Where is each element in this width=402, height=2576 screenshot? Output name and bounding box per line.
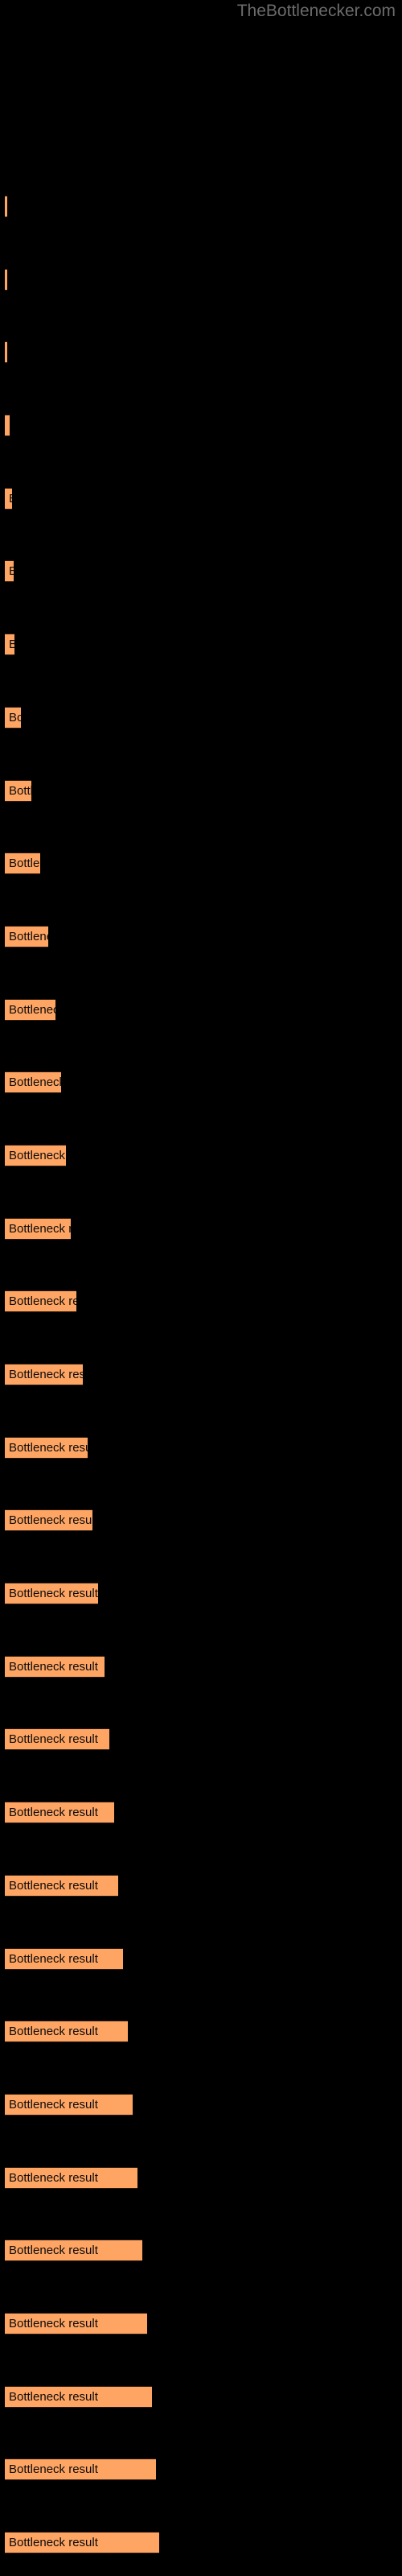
bar-label: Bottleneck result xyxy=(9,857,40,870)
bar-label: Bottleneck result xyxy=(9,711,21,724)
bar-label: Bottleneck result xyxy=(9,1952,98,1966)
bar-label-clip: Bottleneck result xyxy=(5,2386,152,2408)
bar-label-clip: Bottleneck result xyxy=(5,1290,76,1312)
bar-label-clip: Bottleneck result xyxy=(5,634,14,655)
bar-label: Bottleneck result xyxy=(9,784,31,798)
bar-label: Bottleneck result xyxy=(9,1149,66,1162)
bar-label: Bottleneck result xyxy=(9,1075,61,1089)
bar-label: Bottleneck result xyxy=(9,638,14,651)
bar-label-clip: Bottleneck result xyxy=(5,852,40,874)
bar-label-clip: Bottleneck result xyxy=(5,926,48,947)
bar-label-clip: Bottleneck result xyxy=(5,1656,105,1678)
bar-label: Bottleneck result xyxy=(9,1587,98,1600)
bar-label: Bottleneck result xyxy=(9,1003,55,1017)
bar-label: Bottleneck result xyxy=(9,2536,98,2549)
bar-label-clip: Bottleneck result xyxy=(5,2167,137,2189)
bar-label: Bottleneck result xyxy=(9,1441,88,1455)
bar-label: Bottleneck result xyxy=(9,2390,98,2404)
bar-label-clip: Bottleneck result xyxy=(5,2532,159,2553)
bar-label: Bottleneck result xyxy=(9,1222,71,1236)
bar-label-clip: Bottleneck result xyxy=(5,1509,92,1531)
bar-label: Bottleneck result xyxy=(9,1879,98,1893)
bar-label: Bottleneck result xyxy=(9,2317,98,2330)
bar-label-clip: Bottleneck result xyxy=(5,1875,118,1897)
bar-label: Bottleneck result xyxy=(9,2098,98,2112)
bar-label-clip: Bottleneck result xyxy=(5,196,7,217)
bar-label: Bottleneck result xyxy=(9,2025,98,2038)
bar-label: Bottleneck result xyxy=(9,2462,98,2476)
bar-label: Bottleneck result xyxy=(9,488,12,510)
bar-label: Bottleneck result xyxy=(9,1294,76,1308)
bar-label-clip: Bottleneck result xyxy=(5,780,31,802)
bar-label-clip: Bottleneck result xyxy=(5,2240,142,2261)
bar-label-clip: Bottleneck result xyxy=(5,269,7,291)
bar-label: Bottleneck result xyxy=(9,1368,83,1381)
bar-label-clip: Bottleneck result xyxy=(5,1802,114,1823)
bar-label: Bottleneck result xyxy=(9,564,14,578)
bar-label: Bottleneck result xyxy=(9,2171,98,2185)
bar-label-clip: Bottleneck result xyxy=(5,2094,133,2116)
bar-label: Bottleneck result xyxy=(9,930,48,943)
bar-label-clip: Bottleneck result xyxy=(5,2313,147,2334)
bar-label-clip: Bottleneck result xyxy=(5,1145,66,1166)
bar-label: Bottleneck result xyxy=(9,1806,98,1819)
bar-label: Bottleneck result xyxy=(9,1732,98,1746)
bar-label-clip: Bottleneck result xyxy=(5,560,14,582)
bar-label-clip: Bottleneck result xyxy=(5,415,10,436)
bottleneck-bar-chart: Bottleneck result Bottleneck result Bottle… xyxy=(0,0,402,2576)
bar-label: Bottleneck result xyxy=(9,415,10,436)
bar-label-clip: Bottleneck result xyxy=(5,707,21,729)
bar-label-clip: Bottleneck result xyxy=(5,341,7,363)
bar-label-clip: Bottleneck result xyxy=(5,1437,88,1459)
bar-label: Bottleneck result xyxy=(9,1513,92,1527)
bar-label-clip: Bottleneck result xyxy=(5,2458,156,2480)
bar-label: Bottleneck result xyxy=(9,1660,98,1674)
bar-label-clip: Bottleneck result xyxy=(5,1948,123,1970)
bar-label-clip: Bottleneck result xyxy=(5,999,55,1021)
bar-label-clip: Bottleneck result xyxy=(5,1364,83,1385)
bar-label: Bottleneck result xyxy=(9,2244,98,2257)
bar-label-clip: Bottleneck result xyxy=(5,1728,109,1750)
bar-label-clip: Bottleneck result xyxy=(5,488,12,510)
bar-label-clip: Bottleneck result xyxy=(5,1583,98,1604)
bar-label-clip: Bottleneck result xyxy=(5,1071,61,1093)
bar-label-clip: Bottleneck result xyxy=(5,1218,71,1240)
bar-label-clip: Bottleneck result xyxy=(5,2021,128,2042)
